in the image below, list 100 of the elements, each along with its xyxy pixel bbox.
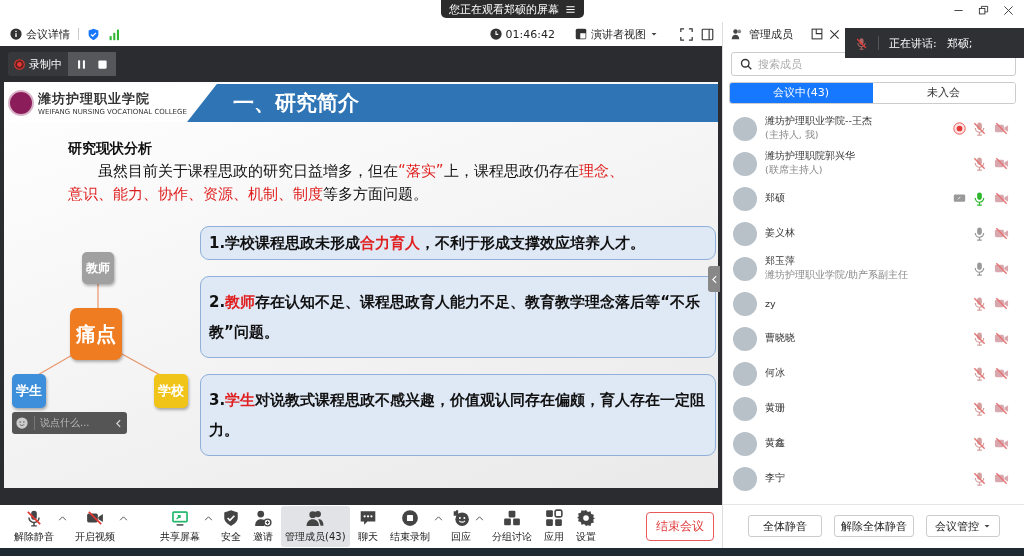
member-name: 李宁 — [765, 472, 786, 485]
toolbar-button[interactable]: 分组讨论 — [487, 506, 536, 547]
shield-icon — [222, 509, 240, 527]
recording-indicator: 录制中 — [8, 52, 68, 76]
panel-title: 管理成员 — [749, 26, 794, 42]
avatar-placeholder — [733, 326, 757, 351]
view-mode-dropdown[interactable]: 演讲者视图 — [575, 26, 658, 42]
close-icon[interactable] — [1003, 5, 1014, 16]
slide-heading: 研究现状分析 — [68, 140, 152, 158]
meeting-info-link[interactable]: 会议详情 — [26, 26, 70, 42]
member-role: 潍坊护理职业学院/助产系副主任 — [765, 269, 910, 282]
caret-up-icon[interactable] — [433, 514, 443, 523]
info-icon[interactable] — [10, 28, 22, 40]
panel-button[interactable]: 会议管控 — [925, 515, 1000, 537]
toolbar-button[interactable]: 邀请 — [249, 506, 277, 547]
speaker-name: 郑硕; — [946, 35, 973, 51]
chevron-left-icon — [709, 274, 719, 284]
toolbar-button[interactable]: 共享屏幕 — [156, 506, 204, 547]
chat-input[interactable]: 说点什么... — [12, 412, 127, 434]
college-name: 潍坊护理职业学院 — [38, 90, 151, 108]
close-icon[interactable] — [829, 28, 840, 40]
avatar-placeholder — [733, 186, 757, 211]
panel-button[interactable]: 全体静音 — [747, 515, 822, 537]
restore-icon[interactable] — [978, 5, 989, 16]
settings-icon — [576, 509, 595, 527]
toolbar-button[interactable]: 结束录制 — [385, 506, 434, 547]
menu-icon[interactable] — [564, 3, 576, 15]
chat-icon — [358, 509, 377, 527]
shield-icon[interactable] — [87, 27, 100, 41]
meeting-timer: 01:46:42 — [505, 27, 555, 41]
toolbar-button[interactable]: 应用 — [539, 506, 568, 547]
end-meeting-button[interactable]: 结束会议 — [646, 512, 714, 541]
avatar-placeholder — [733, 466, 757, 491]
toolbar-button[interactable]: 回应 — [446, 506, 475, 547]
pause-icon[interactable] — [76, 58, 87, 70]
slide-point: 2.教师存在认知不足、课程思政育人能力不足、教育教学理念落后等“不乐教”问题。 — [200, 276, 716, 358]
member-name: 郑玉萍 — [765, 255, 796, 268]
smiley-hand-icon — [451, 509, 470, 527]
record-dot-icon — [14, 58, 25, 70]
avatar-placeholder — [733, 396, 757, 421]
camera-off-icon — [86, 509, 104, 527]
caret-icon[interactable] — [650, 30, 658, 38]
avatar-placeholder — [733, 151, 757, 176]
tab[interactable]: 会议中(43) — [730, 83, 873, 103]
banner-text: 您正在观看郑硕的屏幕 — [448, 1, 559, 17]
slide-paragraph: 虽然目前关于课程思政的研究日益增多，但在“落实”上，课程思政仍存在理念、意识、能力、协作、资源、机制、制度等多方面问题。 — [68, 161, 625, 205]
member-role: (主持人, 我) — [765, 129, 820, 142]
avatar-placeholder — [733, 431, 757, 456]
collapse-tab[interactable] — [708, 266, 720, 292]
search-icon — [740, 58, 752, 70]
stop-record-icon — [400, 509, 419, 527]
smiley-icon — [16, 417, 28, 429]
muted-mic-icon — [25, 509, 43, 527]
toolbar-button[interactable]: 解除静音 — [10, 506, 58, 547]
member-role: (联席主持人) — [765, 164, 824, 177]
toolbar-button[interactable]: 开启视频 — [71, 506, 119, 547]
muted-mic-icon — [855, 36, 868, 50]
diagram-node: 学生 — [12, 374, 46, 408]
layout-icon — [575, 28, 587, 40]
caret-up-icon[interactable] — [58, 514, 67, 523]
person-icon — [731, 28, 743, 40]
caret-up-icon[interactable] — [119, 514, 128, 523]
toolbar-button[interactable]: 安全 — [217, 506, 245, 547]
pop-out-icon[interactable] — [811, 28, 823, 40]
avatar-placeholder — [733, 116, 757, 141]
member-name: 郑硕 — [765, 192, 786, 205]
apps-grid-icon — [544, 509, 563, 527]
member-name: 潍坊护理职院郭兴华 — [765, 150, 856, 163]
member-name: zy — [765, 298, 777, 309]
diagram-center-node: 痛点 — [70, 308, 122, 360]
slide-point: 3.学生对说教式课程思政不感兴趣，价值观认同存在偏颇，育人存在一定阻力。 — [200, 374, 716, 456]
connector-line — [97, 284, 99, 309]
speaking-label: 正在讲话: — [889, 35, 937, 51]
college-emblem-icon — [8, 90, 34, 116]
member-name: 黄鑫 — [765, 437, 786, 450]
people-icon — [306, 509, 325, 527]
diagram-node: 教师 — [82, 252, 114, 284]
diagram-node: 学校 — [154, 374, 188, 408]
avatar-placeholder — [733, 291, 757, 316]
member-name: 曹晓晓 — [765, 332, 796, 345]
stop-icon[interactable] — [97, 58, 108, 70]
breakout-rooms-icon — [502, 509, 521, 527]
caret-up-icon[interactable] — [204, 514, 213, 523]
share-screen-icon — [171, 509, 189, 527]
caret-up-icon[interactable] — [474, 514, 484, 523]
avatar-placeholder — [733, 221, 757, 246]
panel-button[interactable]: 解除全体静音 — [833, 515, 914, 537]
caret-icon[interactable] — [982, 522, 991, 530]
collapse-chevron-icon[interactable] — [114, 418, 123, 428]
toolbar-button[interactable]: 管理成员(43) — [281, 506, 350, 547]
invite-person-icon — [254, 509, 272, 527]
side-panel-icon[interactable] — [701, 27, 714, 41]
member-name: 姜义林 — [765, 227, 796, 240]
slide-title: 一、研究简介 — [232, 90, 359, 117]
signal-bars-icon — [108, 27, 121, 41]
toolbar-button[interactable]: 设置 — [571, 506, 600, 547]
clock-icon — [489, 28, 502, 40]
member-name: 何冰 — [765, 367, 786, 380]
fullscreen-icon[interactable] — [680, 27, 693, 41]
toolbar-button[interactable]: 聊天 — [353, 506, 382, 547]
